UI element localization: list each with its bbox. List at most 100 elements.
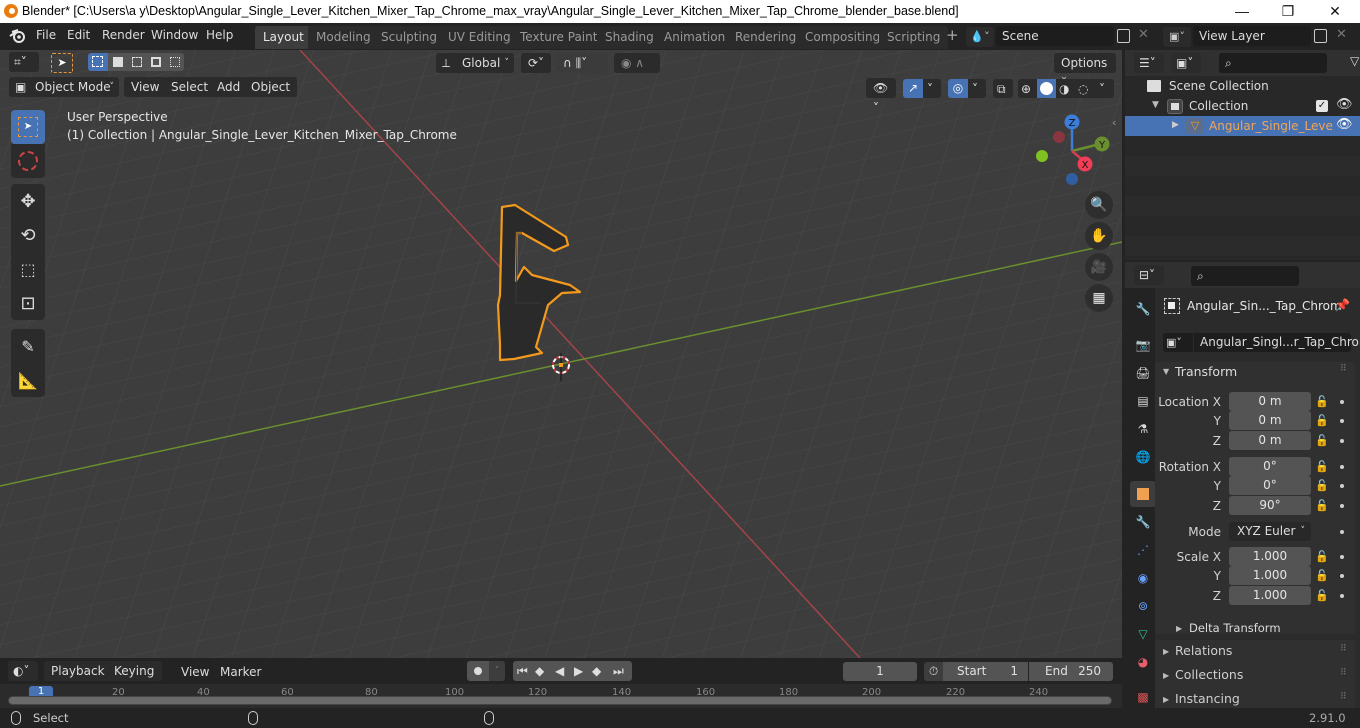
blender-menu-icon[interactable] <box>9 28 27 44</box>
lock-scale-z-icon[interactable]: 🔓 <box>1315 589 1329 603</box>
play-button[interactable]: ▶ <box>570 661 589 681</box>
rotation-y-field[interactable]: 0° <box>1229 476 1311 495</box>
xray-toggle-icon[interactable]: ⧉ <box>993 79 1013 98</box>
tab-output-icon[interactable]: 🖨 <box>1130 360 1156 386</box>
select-mode-new-icon[interactable] <box>88 53 108 71</box>
scene-selector-icon[interactable]: 💧˅ <box>966 27 994 47</box>
editor-type-button[interactable]: ⌗˅ <box>9 52 39 72</box>
lock-rotation-z-icon[interactable]: 🔓 <box>1315 499 1329 513</box>
lock-scale-y-icon[interactable]: 🔓 <box>1315 569 1329 583</box>
keyframe-rotation-z-icon[interactable] <box>1340 504 1344 508</box>
outliner-search-input[interactable]: ⌕ <box>1219 53 1327 73</box>
start-frame-field[interactable]: Start 1 <box>943 662 1028 681</box>
object-expand-icon[interactable]: ▶ <box>1172 120 1179 130</box>
sidebar-toggle-icon[interactable]: ‹ <box>1112 116 1116 129</box>
keyframe-rotation-mode-icon[interactable] <box>1340 530 1344 534</box>
tab-modeling[interactable]: Modeling <box>308 26 379 49</box>
tab-texture-paint[interactable]: Texture Paint <box>512 26 606 49</box>
keyframe-scale-x-icon[interactable] <box>1340 555 1344 559</box>
collections-panel-header[interactable]: Collections <box>1175 667 1243 682</box>
tab-sculpting[interactable]: Sculpting <box>373 26 446 49</box>
lock-location-z-icon[interactable]: 🔓 <box>1315 434 1329 448</box>
lock-location-y-icon[interactable]: 🔓 <box>1315 414 1329 428</box>
viewport-menu-object[interactable]: Object <box>244 77 298 97</box>
object-visibility-eye-icon[interactable]: 👁 <box>1336 117 1353 132</box>
drag-handle-icon[interactable]: ⠿ <box>1340 644 1347 654</box>
mode-dropdown[interactable]: ▣ Object Mode ˅ <box>9 77 119 97</box>
jump-to-next-keyframe-button[interactable]: ◆ <box>589 661 608 681</box>
tool-transform[interactable]: ⊡ <box>11 286 45 320</box>
relations-expand-icon[interactable]: ▶ <box>1163 647 1169 656</box>
view-layer-name-field[interactable]: View Layer <box>1193 26 1311 46</box>
keyframe-rotation-y-icon[interactable] <box>1340 484 1344 488</box>
tab-uv-editing[interactable]: UV Editing <box>440 26 519 49</box>
keyframe-location-x-icon[interactable] <box>1340 400 1344 404</box>
delete-scene-icon[interactable]: ✕ <box>1138 27 1149 42</box>
collection-visibility-eye-icon[interactable]: 👁 <box>1336 97 1353 112</box>
outliner-item-object[interactable]: Angular_Single_Leve <box>1209 119 1333 133</box>
timeline-menu-marker[interactable]: Marker <box>220 665 261 679</box>
3d-viewport[interactable]: ⌗˅ ➤ Global˅⟂ ⟳˅ ∩ ⫼˅ ◉ ∧ Options ˅ ▣Obj… <box>0 50 1122 658</box>
tool-cursor[interactable] <box>11 144 45 178</box>
outliner-editor-type-button[interactable]: ☰˅ <box>1134 53 1164 73</box>
instancing-panel-header[interactable]: Instancing <box>1175 691 1240 706</box>
jump-to-start-button[interactable]: ⏮ <box>513 661 532 681</box>
tab-data-icon[interactable]: ▽ <box>1130 621 1156 647</box>
collection-expand-icon[interactable]: ▼ <box>1152 100 1159 110</box>
tool-rotate[interactable]: ⟲ <box>11 218 45 252</box>
object-name-field[interactable]: Angular_Singl...r_Tap_Chrome <box>1194 333 1360 352</box>
rendered-shading-icon[interactable]: ◌ <box>1075 79 1094 98</box>
gizmo-toggle-icon[interactable]: ↗ <box>903 79 923 98</box>
keyframe-location-y-icon[interactable] <box>1340 419 1344 423</box>
object-browse-dropdown[interactable]: ▣˅ <box>1163 333 1193 352</box>
keyframe-scale-y-icon[interactable] <box>1340 574 1344 578</box>
material-preview-shading-icon[interactable]: ◑ <box>1056 79 1075 98</box>
lock-location-x-icon[interactable]: 🔓 <box>1315 395 1329 409</box>
rotation-x-field[interactable]: 0° <box>1229 457 1311 476</box>
pan-view-button[interactable]: ✋ <box>1085 222 1113 250</box>
menu-window[interactable]: Window <box>151 28 198 42</box>
outliner-item-collection[interactable]: Collection <box>1189 99 1248 113</box>
lock-scale-x-icon[interactable]: 🔓 <box>1315 550 1329 564</box>
auto-keying-toggle[interactable] <box>467 661 489 681</box>
viewport-menu-add[interactable]: Add <box>210 77 248 97</box>
menu-render[interactable]: Render <box>102 28 145 42</box>
filter-icon[interactable]: ▽ <box>1350 54 1359 68</box>
location-z-field[interactable]: 0 m <box>1229 431 1311 450</box>
viewport-menu-view[interactable]: View <box>124 77 167 97</box>
drag-handle-icon[interactable]: ⠿ <box>1340 668 1347 678</box>
scale-x-field[interactable]: 1.000 <box>1229 547 1311 566</box>
scale-y-field[interactable]: 1.000 <box>1229 566 1311 585</box>
pin-icon[interactable]: 📌 <box>1335 298 1350 312</box>
play-reverse-button[interactable]: ◀ <box>551 661 570 681</box>
jump-to-previous-keyframe-button[interactable]: ◆ <box>532 661 551 681</box>
stopwatch-icon[interactable]: ⏱ <box>924 662 943 681</box>
outliner-item-scene-collection[interactable]: Scene Collection <box>1169 79 1269 93</box>
location-y-field[interactable]: 0 m <box>1229 411 1311 430</box>
scale-z-field[interactable]: 1.000 <box>1229 586 1311 605</box>
new-scene-icon[interactable] <box>1117 29 1130 43</box>
shading-dropdown[interactable]: ˅ <box>1094 79 1114 98</box>
timeline-editor-type-button[interactable]: ◐˅ <box>8 661 38 681</box>
tab-render-icon[interactable]: 📷 <box>1130 332 1156 358</box>
select-tool-icon[interactable]: ➤ <box>51 53 73 73</box>
timeline-scrollbar[interactable] <box>8 696 1112 705</box>
drag-handle-icon[interactable]: ⠿ <box>1340 364 1347 374</box>
relations-panel-header[interactable]: Relations <box>1175 643 1232 658</box>
tool-select-box[interactable]: ➤ <box>11 110 45 144</box>
overlay-toggle-icon[interactable]: ◎ <box>948 79 968 98</box>
end-frame-field[interactable]: End 250 <box>1029 662 1113 681</box>
transform-panel-title[interactable]: Transform <box>1175 364 1237 379</box>
auto-keying-dropdown[interactable]: ˅ <box>489 661 505 681</box>
view-layer-selector-icon[interactable]: ▣˅ <box>1163 27 1191 47</box>
snap-toggle[interactable]: ∩ ⫼˅ <box>556 53 608 73</box>
keyframe-rotation-x-icon[interactable] <box>1340 465 1344 469</box>
scene-name-field[interactable]: Scene <box>996 26 1114 46</box>
select-mode-difference-icon[interactable] <box>146 53 165 71</box>
select-mode-extend-icon[interactable] <box>108 53 127 71</box>
properties-search-input[interactable]: ⌕ <box>1191 266 1299 286</box>
transform-collapse-icon[interactable]: ▼ <box>1163 367 1169 376</box>
current-frame-field[interactable]: 1 <box>843 662 917 681</box>
rotation-mode-dropdown[interactable]: XYZ Euler ˅ <box>1229 522 1311 541</box>
tab-rendering[interactable]: Rendering <box>727 26 805 49</box>
